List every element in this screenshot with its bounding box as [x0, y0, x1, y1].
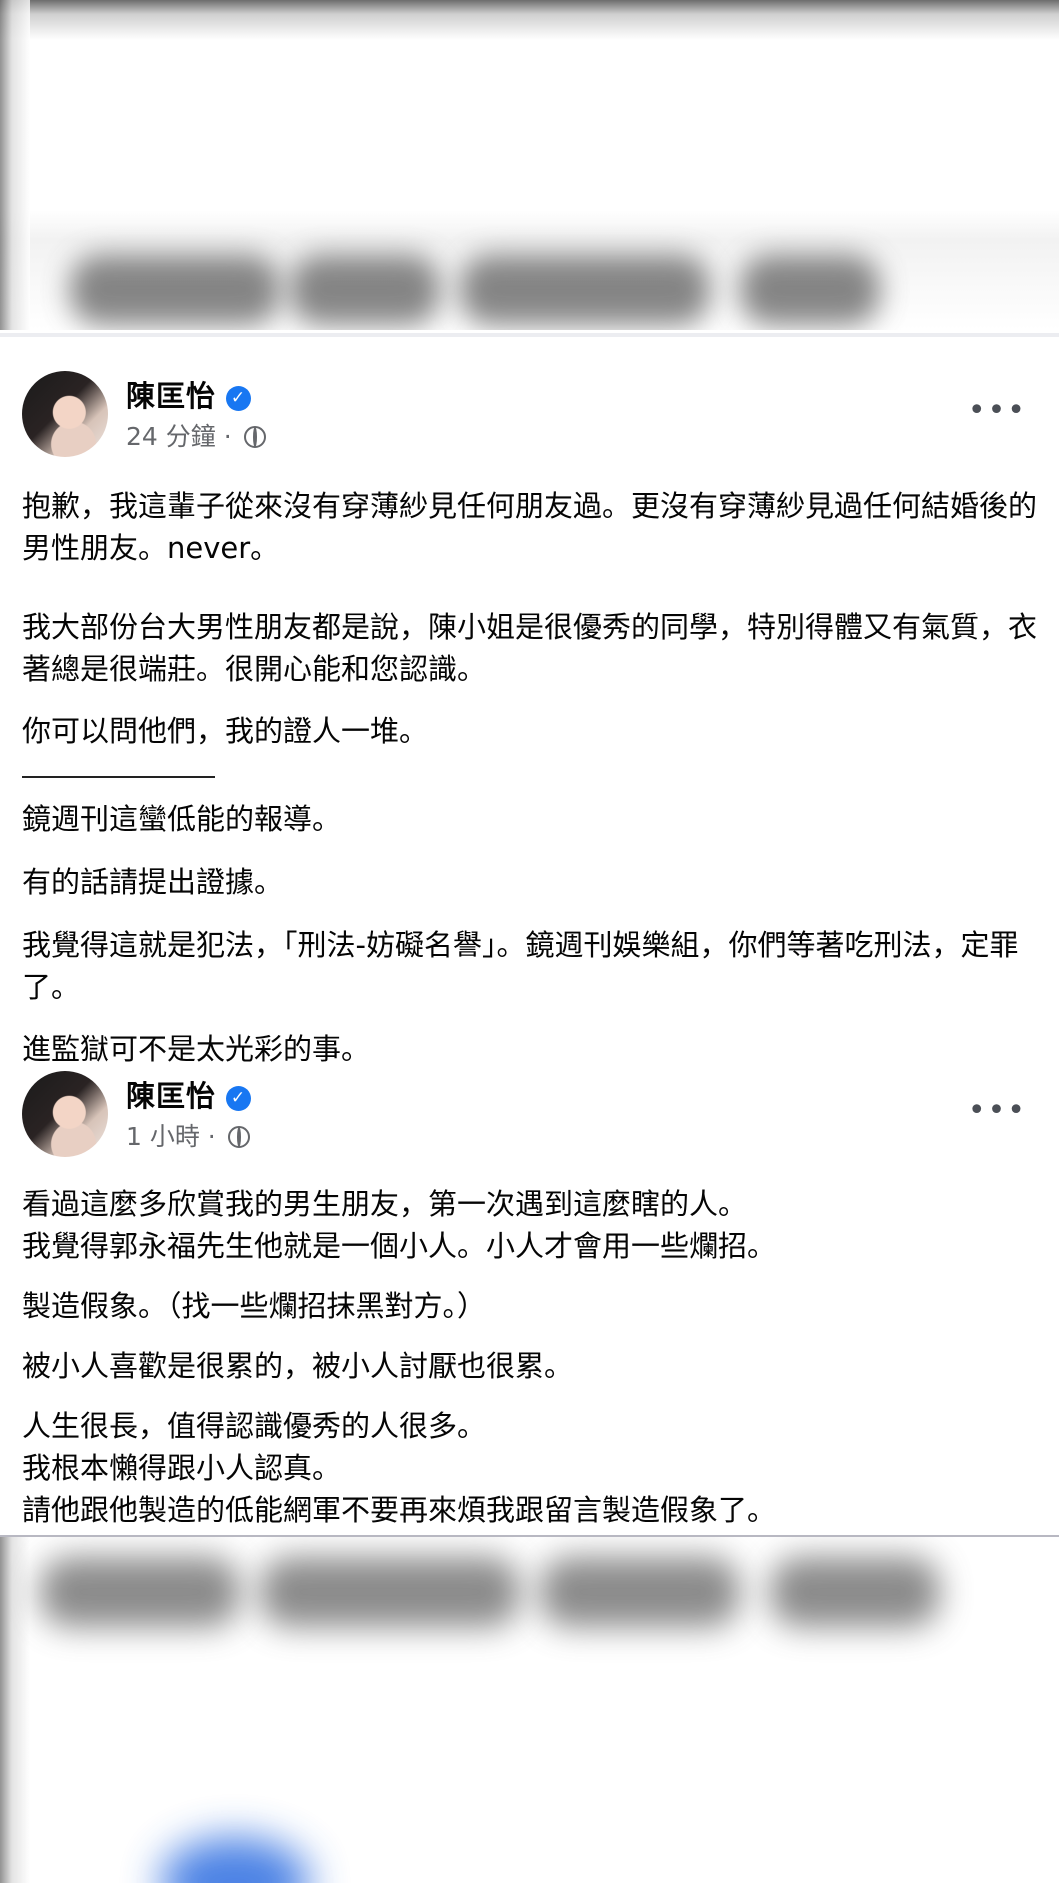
post-paragraph: 人生很長，值得認識優秀的人很多。 [22, 1409, 487, 1443]
post-paragraph: 看過這麼多欣賞我的男生朋友，第一次遇到這麼瞎的人。 [22, 1187, 748, 1221]
blurred-edge [0, 1537, 30, 1883]
author-name[interactable]: 陳匡怡 [126, 1079, 216, 1113]
blurred-bottom-region [0, 1537, 1059, 1883]
post-paragraph: 被小人喜歡是很累的，被小人討厭也很累。 [22, 1349, 574, 1383]
post-paragraph: 請他跟他製造的低能網軍不要再來煩我跟留言製造假象了。 [22, 1493, 777, 1527]
more-options-icon[interactable]: ••• [968, 396, 1027, 426]
blurred-text [740, 255, 880, 325]
post-paragraph: 你可以問他們，我的證人一堆。 [22, 714, 429, 748]
post-time[interactable]: 1 小時 [126, 1122, 200, 1151]
post-paragraph: 製造假象。（找一些爛招抹黑對方。） [22, 1289, 487, 1323]
post-meta: 24 分鐘 · [126, 417, 266, 453]
globe-icon [227, 1126, 250, 1148]
post-time[interactable]: 24 分鐘 [126, 422, 216, 451]
globe-icon [243, 426, 266, 448]
post-paragraph: 進監獄可不是太光彩的事。 [22, 1032, 371, 1066]
author-name-row[interactable]: 陳匡怡 ✓ [126, 1073, 252, 1115]
post-paragraph: 我覺得這就是犯法，「刑法-妨礙名譽」。鏡週刊娛樂組，你們等著吃刑法，定罪了。 [22, 928, 1019, 1004]
verified-badge-icon: ✓ [226, 1086, 252, 1111]
post-paragraph: 鏡週刊這蠻低能的報導。 [22, 802, 342, 836]
post-paragraph: 抱歉，我這輩子從來沒有穿薄紗見任何朋友過。更沒有穿薄紗見過任何結婚後的男性朋友。… [22, 489, 1038, 565]
divider-line [22, 776, 215, 778]
blurred-text [260, 1557, 520, 1627]
blurred-text [70, 255, 280, 325]
verified-badge-icon: ✓ [226, 386, 252, 411]
more-options-icon[interactable]: ••• [968, 1096, 1027, 1126]
post-screenshot: 陳匡怡 ✓ 24 分鐘 · ••• 抱歉，我這輩子從來沒有穿薄紗見任何朋友過。更沒… [0, 333, 1059, 1537]
post-paragraph: 我覺得郭永福先生他就是一個小人。小人才會用一些爛招。 [22, 1229, 777, 1263]
author-name-row[interactable]: 陳匡怡 ✓ [126, 373, 252, 415]
blurred-edge [0, 0, 30, 330]
blurred-blue-shape [160, 1837, 310, 1883]
avatar[interactable] [22, 1071, 108, 1157]
author-name[interactable]: 陳匡怡 [126, 379, 216, 413]
post-paragraph: 有的話請提出證據。 [22, 865, 284, 899]
blurred-text [770, 1557, 940, 1627]
blurred-text [460, 255, 710, 325]
post-meta: 1 小時 · [126, 1117, 250, 1153]
blurred-text [290, 255, 440, 325]
blurred-text [540, 1557, 740, 1627]
post-paragraph: 我大部份台大男性朋友都是說，陳小姐是很優秀的同學，特別得體又有氣質，衣著總是很端… [22, 610, 1038, 686]
post-paragraph: 我根本懶得跟小人認真。 [22, 1451, 342, 1485]
blurred-top-region [0, 0, 1059, 330]
avatar[interactable] [22, 371, 108, 457]
blurred-text [40, 1557, 240, 1627]
